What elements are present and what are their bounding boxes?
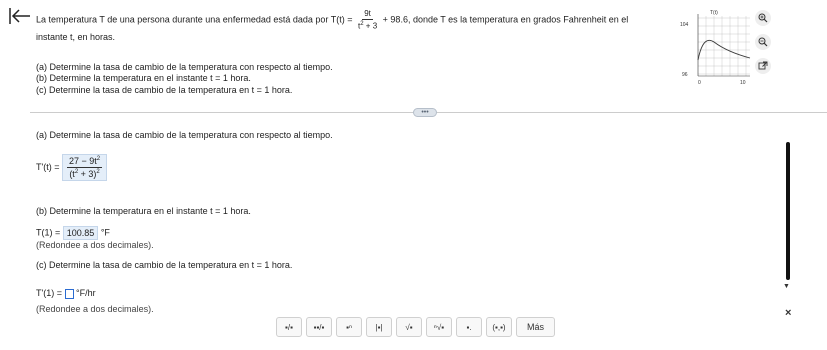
- graph-y-top: 104: [680, 22, 689, 28]
- function-lhs: T(t) =: [330, 14, 353, 25]
- back-arrow-icon[interactable]: [8, 6, 32, 26]
- zoom-in-icon[interactable]: [755, 10, 771, 26]
- more-button[interactable]: Más: [516, 317, 556, 337]
- part-c-text: (c) Determine la tasa de cambio de la te…: [36, 84, 293, 95]
- stmt-text-a: La temperatura T de una persona durante …: [36, 14, 329, 25]
- exponent-button[interactable]: ▪ⁿ: [336, 317, 362, 337]
- zoom-out-icon[interactable]: [755, 34, 771, 50]
- nth-root-button[interactable]: ⁿ√▪: [426, 317, 452, 337]
- expand-handle[interactable]: •••: [413, 108, 437, 117]
- answer-b-row: T(1) = 100.85 °F: [36, 226, 110, 240]
- graph-y-label: T(t): [710, 10, 718, 16]
- answer-a-row: T'(t) = 27 − 9t2 (t2 + 3)2: [36, 154, 108, 181]
- answer-a-heading: (a) Determine la tasa de cambio de la te…: [36, 130, 333, 140]
- fraction-button[interactable]: ▪/▪: [276, 317, 302, 337]
- absolute-value-button[interactable]: |▪|: [366, 317, 392, 337]
- answer-c-unit: °F/hr: [76, 288, 96, 298]
- fraction-denominator: t2 + 3: [358, 21, 378, 31]
- function-fraction: 9t t2 + 3: [356, 10, 379, 31]
- stmt-text-b: + 98.6, donde T es la temperatura en gra…: [382, 14, 629, 25]
- graph-thumbnail[interactable]: T(t) 104 96 0 10: [680, 6, 751, 86]
- answer-b-hint: (Redondee a dos decimales).: [36, 240, 154, 250]
- fraction-numerator: 9t: [362, 9, 373, 20]
- problem-line-2: instante t, en horas.: [36, 31, 116, 42]
- answer-b-heading: (b) Determine la temperatura en el insta…: [36, 206, 251, 216]
- graph-y-bottom: 96: [682, 72, 688, 78]
- part-b-text: (b) Determine la temperatura en el insta…: [36, 73, 251, 84]
- answer-c-hint: (Redondee a dos decimales).: [36, 304, 154, 314]
- square-root-button[interactable]: √▪: [396, 317, 422, 337]
- answer-c-input[interactable]: [64, 288, 74, 299]
- open-external-icon[interactable]: [755, 58, 771, 74]
- graph-x-right: 10: [740, 80, 746, 86]
- ordered-pair-button[interactable]: (▪,▪): [486, 317, 512, 337]
- answer-b-lhs: T(1) =: [36, 227, 61, 238]
- close-toolbar-icon[interactable]: ×: [785, 307, 791, 319]
- problem-line-1: La temperatura T de una persona durante …: [36, 10, 676, 31]
- answer-c-lhs: T'(1) =: [36, 288, 62, 298]
- answer-c-row: T'(1) = °F/hr: [36, 288, 96, 299]
- answer-b-unit: °F: [100, 227, 110, 238]
- part-a-text: (a) Determine la tasa de cambio de la te…: [36, 62, 333, 72]
- graph-x-left: 0: [698, 80, 701, 86]
- problem-statement: La temperatura T de una persona durante …: [36, 10, 676, 43]
- answer-c-heading: (c) Determine la tasa de cambio de la te…: [36, 260, 293, 270]
- answer-b-value[interactable]: 100.85: [62, 226, 99, 240]
- mixed-number-button[interactable]: ▪▪/▪: [306, 317, 332, 337]
- scroll-down-icon[interactable]: ▼: [783, 283, 790, 290]
- answer-a-lhs: T'(t) =: [36, 161, 60, 172]
- math-toolbar: ▪/▪ ▪▪/▪ ▪ⁿ |▪| √▪ ⁿ√▪ ▪. (▪,▪) Más: [276, 316, 556, 338]
- decimal-button[interactable]: ▪.: [456, 317, 482, 337]
- problem-parts: (a) Determine la tasa de cambio de la te…: [36, 62, 333, 96]
- scrollbar[interactable]: [786, 142, 790, 280]
- answer-a-box[interactable]: 27 − 9t2 (t2 + 3)2: [61, 154, 108, 181]
